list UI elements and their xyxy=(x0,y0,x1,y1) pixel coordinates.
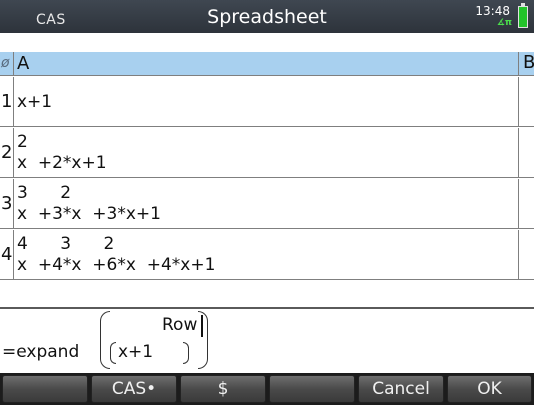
cell-a4[interactable]: x +4*x +6*x +4*x+1 xyxy=(17,255,215,275)
row-header[interactable]: 2 xyxy=(0,128,14,178)
row-header[interactable]: 3 xyxy=(0,179,14,229)
column-header-b[interactable]: B xyxy=(518,52,534,76)
spreadsheet-grid: ø A B 1 x+1 2 2 x +2*x+1 3 3 2 x +3*x +3… xyxy=(0,34,534,306)
column-header-a[interactable]: A xyxy=(17,53,29,74)
cell-b4[interactable] xyxy=(518,230,534,280)
cell-a1[interactable]: x+1 xyxy=(17,92,52,112)
entry-row-keyword[interactable]: Row xyxy=(162,315,197,335)
battery-icon xyxy=(518,3,528,28)
entry-line[interactable]: =expand x+1 Row xyxy=(0,309,534,373)
softkey-4[interactable] xyxy=(269,375,355,403)
cell-a3-exponents: 3 2 xyxy=(17,183,72,203)
cell-b3[interactable] xyxy=(518,179,534,229)
table-row: 1 x+1 xyxy=(0,77,534,127)
cell-a3[interactable]: x +3*x +3*x+1 xyxy=(17,204,161,224)
inner-left-paren-icon xyxy=(110,342,116,364)
cell-b2[interactable] xyxy=(518,128,534,178)
row-header[interactable]: 4 xyxy=(0,230,14,280)
right-paren-icon xyxy=(198,311,208,369)
softkey-ok[interactable]: OK xyxy=(447,375,532,403)
table-row: 2 2 x +2*x+1 xyxy=(0,128,534,178)
table-row: 3 3 2 x +3*x +3*x+1 xyxy=(0,179,534,229)
clock: 13:48 xyxy=(475,4,510,18)
cell-a2-exponents: 2 xyxy=(17,132,28,152)
softkey-1[interactable] xyxy=(2,375,88,403)
entry-argument[interactable]: x+1 xyxy=(118,342,153,362)
row-header[interactable]: 1 xyxy=(0,77,14,127)
inner-right-paren-icon xyxy=(183,342,189,364)
select-all-corner[interactable]: ø xyxy=(0,52,14,76)
left-paren-icon xyxy=(100,311,110,369)
entry-prefix: =expand xyxy=(2,342,80,362)
table-row: 4 4 3 2 x +4*x +6*x +4*x+1 xyxy=(0,230,534,280)
title-bar: CAS Spreadsheet 13:48 ∡π xyxy=(0,0,534,33)
angle-mode-icon: ∡π xyxy=(496,18,512,28)
softkey-dollar[interactable]: $ xyxy=(180,375,266,403)
softkey-bar: CAS• $ Cancel OK xyxy=(0,373,534,405)
cell-b1[interactable] xyxy=(518,77,534,127)
cell-a4-exponents: 4 3 2 xyxy=(17,234,115,254)
column-header-row: ø A B xyxy=(0,52,534,76)
softkey-cancel[interactable]: Cancel xyxy=(358,375,444,403)
app-title: Spreadsheet xyxy=(207,6,327,28)
softkey-cas[interactable]: CAS• xyxy=(91,375,177,403)
cell-a2[interactable]: x +2*x+1 xyxy=(17,153,107,173)
corner-icon: ø xyxy=(1,55,9,71)
